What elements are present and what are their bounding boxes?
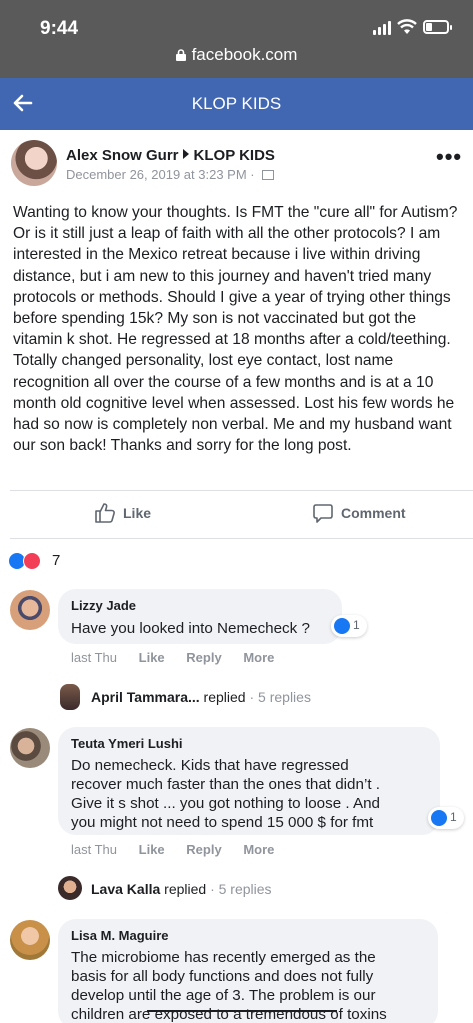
comment-text: Have you looked into Nemecheck ? bbox=[71, 620, 310, 637]
comment-reply-button[interactable]: Reply bbox=[186, 650, 221, 665]
reply-action: replied bbox=[199, 689, 246, 705]
post-group-name[interactable]: KLOP KIDS bbox=[194, 147, 275, 164]
comment-text-line: The microbiome has recently emerged as t… bbox=[71, 949, 376, 966]
comment-like-button[interactable]: Like bbox=[139, 650, 165, 665]
reply-avatar bbox=[58, 876, 82, 900]
reply-avatar bbox=[60, 684, 80, 710]
reply-author: Lava Kalla bbox=[91, 881, 161, 897]
divider bbox=[10, 538, 473, 539]
comment-text-line: Give it s shot ... you got nothing to lo… bbox=[71, 795, 380, 812]
comment-text-line: children are exposed to a tremendous of … bbox=[71, 1006, 387, 1023]
commenter-avatar[interactable] bbox=[10, 920, 50, 960]
reply-author: April Tammara... bbox=[91, 689, 200, 705]
like-label: Like bbox=[123, 505, 152, 521]
comment-label: Comment bbox=[341, 505, 406, 521]
post-body: Wanting to know your thoughts. Is FMT th… bbox=[13, 204, 458, 455]
post-author-name[interactable]: Alex Snow Gurr bbox=[66, 147, 179, 164]
strikethrough-mark bbox=[147, 1010, 337, 1012]
commenter-avatar[interactable] bbox=[10, 728, 50, 768]
comment-like-button[interactable]: Like bbox=[139, 842, 165, 857]
reaction-count: 7 bbox=[52, 552, 61, 569]
privacy-icon bbox=[262, 170, 275, 180]
commenter-avatar[interactable] bbox=[10, 590, 50, 630]
thumbs-up-icon bbox=[95, 503, 115, 523]
comment-time: last Thu bbox=[71, 650, 118, 665]
comment-text-line: Do nemecheck. Kids that have regressed bbox=[71, 757, 349, 774]
love-reaction-icon bbox=[23, 552, 41, 570]
divider bbox=[10, 490, 473, 491]
app-header: KLOP KIDS bbox=[0, 78, 473, 130]
comment-reaction[interactable]: 1 bbox=[331, 615, 367, 637]
comment-text-line: basis for all body functions and does no… bbox=[71, 968, 374, 985]
status-time: 9:44 bbox=[40, 18, 79, 39]
comment-text-line: develop until the age of 3. The problem … bbox=[71, 987, 376, 1004]
comment-icon bbox=[313, 504, 333, 523]
like-reaction-icon bbox=[431, 810, 447, 826]
post-author-line[interactable]: Alex Snow Gurr KLOP KIDS bbox=[66, 147, 275, 164]
comment-time: last Thu bbox=[71, 842, 118, 857]
status-bar: 9:44 facebook.com bbox=[0, 0, 473, 78]
comment-reaction[interactable]: 1 bbox=[428, 807, 464, 829]
reply-action: replied bbox=[160, 881, 207, 897]
comment-author[interactable]: Lizzy Jade bbox=[71, 598, 136, 613]
reply-count: · 5 replies bbox=[206, 881, 272, 897]
comment-button[interactable]: Comment bbox=[312, 504, 406, 523]
wifi-icon bbox=[397, 19, 417, 34]
like-reaction-icon bbox=[334, 618, 350, 634]
like-button[interactable]: Like bbox=[94, 503, 152, 523]
url-text: facebook.com bbox=[191, 45, 298, 64]
view-replies-link[interactable]: April Tammara... replied · 5 replies bbox=[91, 689, 311, 705]
comment-text-line: you might not need to spend 15 000 $ for… bbox=[71, 814, 374, 831]
triangle-right-icon bbox=[182, 149, 189, 159]
post-date: December 26, 2019 at 3:23 PM · bbox=[66, 167, 259, 182]
post-timestamp[interactable]: December 26, 2019 at 3:23 PM · bbox=[66, 167, 275, 182]
more-options-icon[interactable]: ••• bbox=[436, 146, 462, 168]
view-replies-link[interactable]: Lava Kalla replied · 5 replies bbox=[91, 881, 272, 897]
signal-icon bbox=[373, 21, 393, 35]
comment-reaction-count: 1 bbox=[353, 618, 360, 632]
comment-more-button[interactable]: More bbox=[243, 650, 274, 665]
page-title: KLOP KIDS bbox=[191, 94, 282, 113]
post-author-avatar[interactable] bbox=[11, 140, 57, 186]
comment-author[interactable]: Teuta Ymeri Lushi bbox=[71, 736, 183, 751]
comment-reaction-count: 1 bbox=[450, 810, 457, 824]
comment-actions: last Thu Like Reply More bbox=[71, 650, 292, 665]
battery-icon bbox=[423, 20, 452, 34]
comment-actions: last Thu Like Reply More bbox=[71, 842, 292, 857]
comment-more-button[interactable]: More bbox=[243, 842, 274, 857]
reply-count: · 5 replies bbox=[245, 689, 311, 705]
lock-icon bbox=[175, 49, 186, 61]
comment-author[interactable]: Lisa M. Maguire bbox=[71, 928, 169, 943]
comment-reply-button[interactable]: Reply bbox=[186, 842, 221, 857]
url-bar[interactable]: facebook.com bbox=[0, 45, 473, 65]
comment-text-line: recover much faster than the ones that d… bbox=[71, 776, 380, 793]
